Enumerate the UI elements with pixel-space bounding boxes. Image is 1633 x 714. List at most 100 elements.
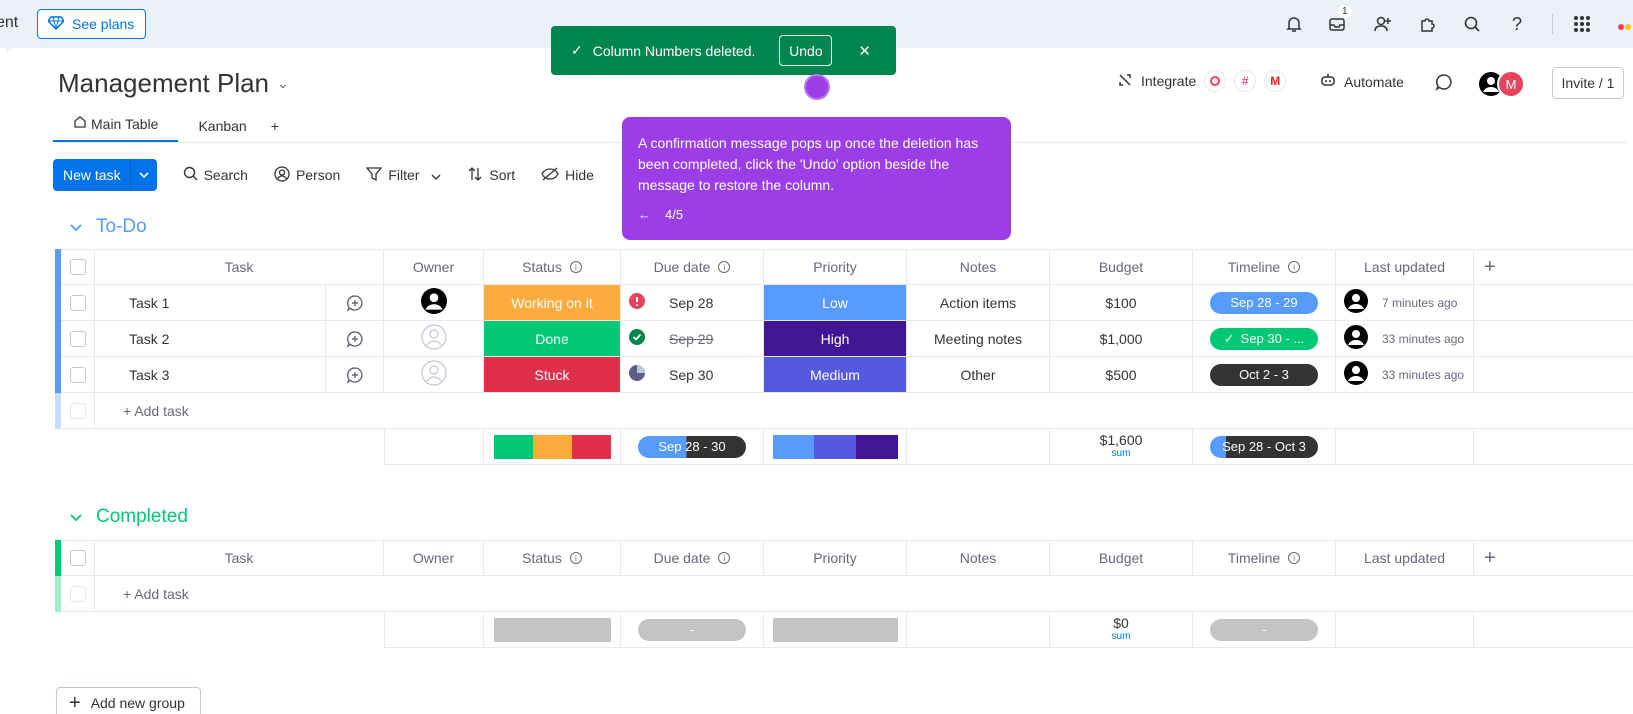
chevron-down-icon[interactable]: [70, 506, 82, 528]
new-task-button[interactable]: New task: [53, 159, 157, 191]
priority-cell[interactable]: Medium: [764, 357, 907, 393]
info-icon[interactable]: i: [569, 552, 582, 564]
select-all-checkbox[interactable]: [69, 259, 86, 275]
invite-person-icon[interactable]: [1371, 12, 1395, 36]
add-update-icon[interactable]: [325, 357, 384, 393]
owner-cell[interactable]: [384, 357, 484, 393]
chevron-down-icon[interactable]: ⌄: [277, 75, 289, 92]
inbox-icon[interactable]: 1: [1325, 5, 1352, 36]
info-icon[interactable]: i: [718, 261, 731, 273]
row-checkbox[interactable]: [69, 366, 86, 383]
chevron-down-icon[interactable]: [70, 216, 82, 238]
budget-summary[interactable]: $1,600 sum: [1050, 429, 1193, 465]
due-date-summary[interactable]: Sep 28 - 30: [621, 429, 764, 465]
undo-button[interactable]: Undo: [779, 35, 833, 66]
status-cell[interactable]: Working on it: [484, 285, 621, 321]
budget-cell[interactable]: $100: [1050, 285, 1193, 321]
guide-hotspot[interactable]: [804, 74, 830, 100]
timeline-cell[interactable]: Sep 28 - 29: [1193, 285, 1336, 321]
timeline-summary[interactable]: Sep 28 - Oct 3: [1193, 429, 1336, 465]
puzzle-icon[interactable]: [1416, 12, 1440, 36]
budget-cell[interactable]: $1,000: [1050, 321, 1193, 357]
add-new-group-button[interactable]: + Add new group: [56, 687, 201, 714]
chevron-down-icon[interactable]: [131, 159, 157, 191]
board-title[interactable]: Management Plan ⌄: [58, 68, 289, 99]
column-header-owner[interactable]: Owner: [384, 249, 484, 285]
group-title[interactable]: Completed: [96, 506, 188, 528]
due-date-cell[interactable]: Sep 28: [621, 285, 764, 321]
timeline-cell[interactable]: ✓ Sep 30 - ...: [1193, 321, 1336, 357]
notes-cell[interactable]: Action items: [907, 285, 1050, 321]
person-filter-button[interactable]: Person: [274, 165, 340, 185]
close-icon[interactable]: ✕: [858, 42, 871, 60]
timeline-summary[interactable]: -: [1193, 612, 1336, 648]
invite-button[interactable]: Invite / 1: [1552, 67, 1624, 99]
search-button[interactable]: Search: [183, 166, 248, 184]
add-column-button[interactable]: +: [1474, 540, 1633, 576]
search-icon[interactable]: [1460, 12, 1484, 36]
help-icon[interactable]: ?: [1505, 12, 1529, 36]
automate-button[interactable]: Automate: [1320, 72, 1404, 91]
notes-cell[interactable]: Meeting notes: [907, 321, 1050, 357]
chevron-down-icon[interactable]: [431, 167, 441, 183]
select-all-checkbox[interactable]: [69, 550, 86, 566]
table-row[interactable]: Task 2 Done Sep 29 High Meeting notes $1…: [55, 321, 1633, 357]
column-header-notes[interactable]: Notes: [907, 249, 1050, 285]
status-summary[interactable]: [484, 612, 621, 648]
column-header-due-date[interactable]: Due date i: [621, 249, 764, 285]
column-header-priority[interactable]: Priority: [764, 540, 907, 576]
filter-button[interactable]: Filter: [365, 166, 441, 185]
group-header-todo[interactable]: To-Do: [70, 216, 147, 238]
info-icon[interactable]: i: [718, 552, 731, 564]
board-members[interactable]: M: [1477, 70, 1525, 98]
add-update-icon[interactable]: [325, 285, 384, 321]
status-cell[interactable]: Done: [484, 321, 621, 357]
column-header-status[interactable]: Status i: [484, 540, 621, 576]
add-update-icon[interactable]: [325, 321, 384, 357]
apps-grid-icon[interactable]: [1570, 12, 1594, 36]
add-view-button[interactable]: +: [267, 118, 299, 142]
owner-cell[interactable]: [384, 321, 484, 357]
bell-icon[interactable]: [1282, 12, 1306, 36]
column-header-status[interactable]: Status i: [484, 249, 621, 285]
priority-summary[interactable]: [764, 429, 907, 465]
add-task-input[interactable]: + Add task: [95, 393, 1633, 429]
budget-cell[interactable]: $500: [1050, 357, 1193, 393]
add-task-input[interactable]: + Add task: [95, 576, 1633, 612]
updates-chat-icon[interactable]: [1435, 73, 1453, 94]
due-date-cell[interactable]: Sep 29: [621, 321, 764, 357]
table-row[interactable]: Task 1 Working on it Sep 28 Low Action i…: [55, 285, 1633, 321]
info-icon[interactable]: i: [1288, 552, 1301, 564]
task-name[interactable]: Task 3: [95, 357, 325, 393]
row-checkbox[interactable]: [69, 294, 86, 311]
column-header-task[interactable]: Task: [95, 249, 384, 285]
group-title[interactable]: To-Do: [96, 216, 147, 238]
group-header-completed[interactable]: Completed: [70, 506, 188, 528]
column-header-due-date[interactable]: Due date i: [621, 540, 764, 576]
column-header-timeline[interactable]: Timeline i: [1193, 540, 1336, 576]
see-plans-button[interactable]: See plans: [37, 9, 146, 39]
info-icon[interactable]: i: [569, 261, 582, 273]
timeline-cell[interactable]: Oct 2 - 3: [1193, 357, 1336, 393]
notes-cell[interactable]: Other: [907, 357, 1050, 393]
add-column-button[interactable]: +: [1474, 249, 1633, 285]
priority-cell[interactable]: High: [764, 321, 907, 357]
task-name[interactable]: Task 1: [95, 285, 325, 321]
sort-button[interactable]: Sort: [467, 166, 515, 185]
column-header-notes[interactable]: Notes: [907, 540, 1050, 576]
priority-cell[interactable]: Low: [764, 285, 907, 321]
column-header-owner[interactable]: Owner: [384, 540, 484, 576]
column-header-last-updated[interactable]: Last updated: [1336, 249, 1474, 285]
new-task-label[interactable]: New task: [53, 159, 131, 191]
budget-summary[interactable]: $0 sum: [1050, 612, 1193, 648]
column-header-timeline[interactable]: Timeline i: [1193, 249, 1336, 285]
task-name[interactable]: Task 2: [95, 321, 325, 357]
status-cell[interactable]: Stuck: [484, 357, 621, 393]
tab-main-table[interactable]: Main Table: [53, 115, 179, 142]
priority-summary[interactable]: [764, 612, 907, 648]
arrow-left-icon[interactable]: ←: [638, 207, 651, 222]
status-summary[interactable]: [484, 429, 621, 465]
column-header-task[interactable]: Task: [95, 540, 384, 576]
owner-cell[interactable]: [384, 285, 484, 321]
column-header-last-updated[interactable]: Last updated: [1336, 540, 1474, 576]
